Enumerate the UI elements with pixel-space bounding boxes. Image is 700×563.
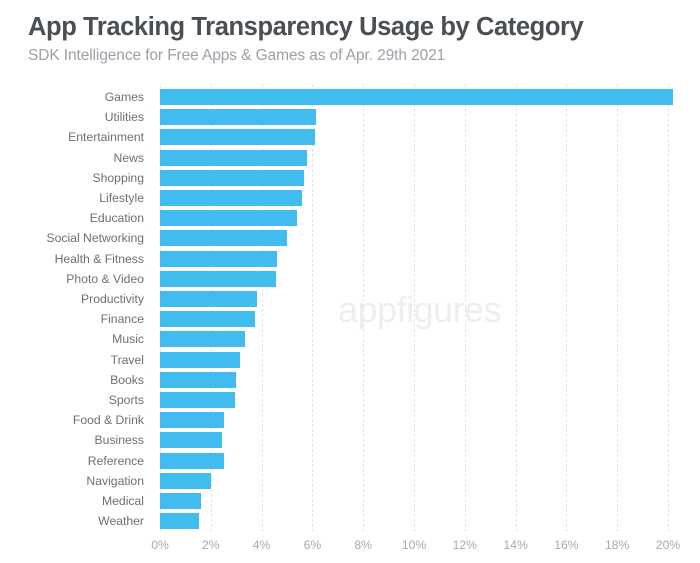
bar[interactable] [160, 493, 201, 509]
x-tick-label: 8% [354, 538, 372, 552]
bar[interactable] [160, 392, 235, 408]
bar[interactable] [160, 311, 256, 328]
bar[interactable] [160, 109, 317, 126]
chart-subtitle: SDK Intelligence for Free Apps & Games a… [28, 47, 446, 65]
chart-title: App Tracking Transparency Usage by Categ… [28, 13, 584, 41]
bar[interactable] [160, 331, 246, 348]
x-tick-label: 18% [604, 538, 630, 552]
bar[interactable] [160, 129, 315, 146]
value-axis: 0% 2% 4% 6% 8% 10% 12% 14% 16% 18% 20% [0, 532, 700, 563]
chart-header: App Tracking Transparency Usage by Categ… [28, 12, 678, 65]
bar[interactable] [160, 371, 237, 388]
bar-series [0, 84, 700, 532]
bar[interactable] [160, 149, 308, 166]
chart-container: App Tracking Transparency Usage by Categ… [0, 0, 700, 563]
x-tick-label: 12% [452, 538, 477, 552]
bar[interactable] [160, 190, 303, 206]
bar[interactable] [160, 250, 277, 267]
x-tick-label: 2% [201, 538, 220, 552]
bar[interactable] [160, 452, 224, 469]
bar[interactable] [160, 472, 211, 489]
bar[interactable] [160, 270, 276, 287]
bar[interactable] [160, 210, 298, 227]
bar[interactable] [160, 230, 287, 247]
bar[interactable] [160, 351, 240, 368]
bar[interactable] [160, 412, 224, 429]
x-tick-label: 6% [303, 538, 322, 552]
x-tick-label: 20% [655, 538, 681, 552]
bar[interactable] [160, 513, 200, 530]
x-tick-label: 16% [554, 538, 579, 552]
bar[interactable] [160, 89, 674, 105]
plot-area: Games Utilities Entertainment News Shopping L… [0, 84, 700, 563]
x-tick-label: 14% [503, 538, 528, 552]
x-tick-label: 10% [401, 538, 427, 552]
bar[interactable] [160, 291, 257, 307]
x-tick-label: 4% [252, 538, 271, 552]
bar[interactable] [160, 432, 223, 449]
bar[interactable] [160, 169, 304, 186]
x-tick-label: 0% [151, 538, 169, 552]
